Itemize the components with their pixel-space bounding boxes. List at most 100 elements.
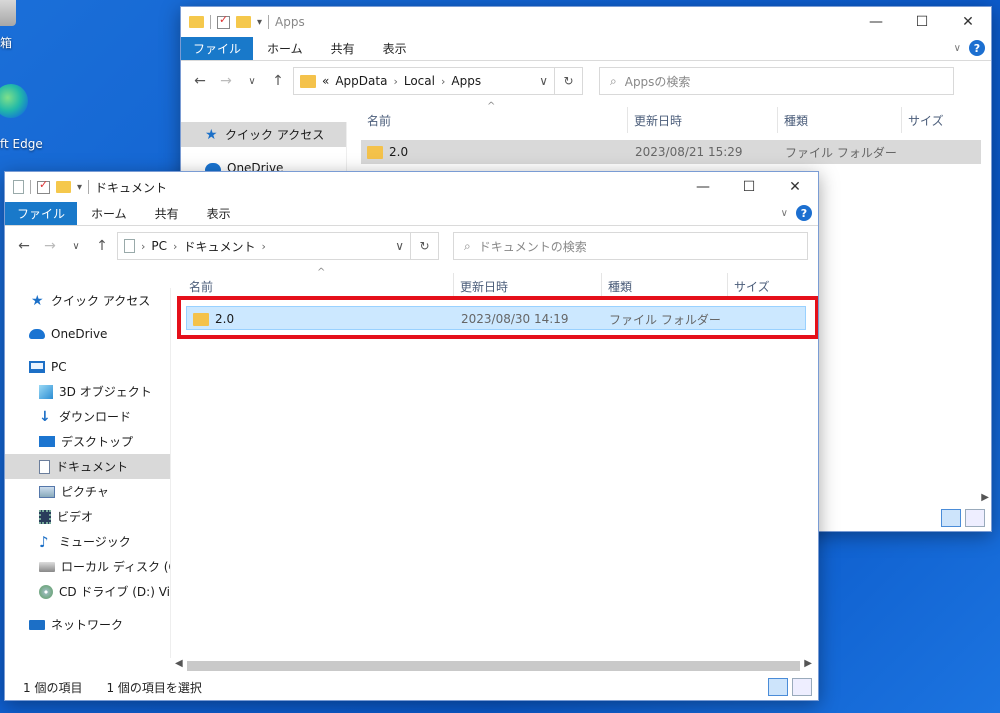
- breadcrumb-apps[interactable]: Apps: [451, 74, 481, 88]
- address-bar[interactable]: › PC › ドキュメント › ∨ ↻: [117, 232, 439, 260]
- horizontal-scrollbar[interactable]: ▶: [821, 492, 991, 508]
- breadcrumb-documents[interactable]: ドキュメント: [183, 238, 255, 255]
- search-icon: ⌕: [610, 73, 617, 88]
- tab-file[interactable]: ファイル: [181, 37, 254, 60]
- minimize-button[interactable]: —: [680, 172, 726, 202]
- music-note-icon: ♪: [39, 532, 49, 551]
- sidebar-item-pictures[interactable]: ピクチャ: [5, 479, 170, 504]
- chevron-down-icon[interactable]: ∨: [539, 74, 548, 88]
- sidebar-item-3d-objects[interactable]: 3D オブジェクト: [5, 379, 170, 404]
- sidebar: ★ クイック アクセス OneDrive PC 3D オブジェクト ↓ ダウンロード…: [5, 288, 171, 658]
- titlebar: ▾ ドキュメント — ☐ ✕: [5, 172, 818, 202]
- download-arrow-icon: ↓: [39, 408, 51, 425]
- picture-icon: [39, 485, 55, 498]
- scrollbar-thumb[interactable]: [187, 661, 800, 671]
- help-icon[interactable]: ?: [969, 40, 985, 56]
- search-placeholder: ドキュメントの検索: [478, 239, 587, 254]
- column-type[interactable]: 種類: [777, 107, 808, 133]
- sidebar-item-quick-access[interactable]: ★ クイック アクセス: [181, 122, 346, 147]
- tab-share[interactable]: 共有: [317, 37, 369, 60]
- close-button[interactable]: ✕: [772, 172, 818, 202]
- film-icon: [39, 509, 51, 524]
- sidebar-item-onedrive[interactable]: OneDrive: [5, 321, 170, 346]
- sidebar-item-cd-drive[interactable]: CD ドライブ (D:) Virtu: [5, 579, 170, 604]
- breadcrumb-local[interactable]: Local: [404, 74, 435, 88]
- back-button[interactable]: ←: [13, 238, 35, 254]
- network-icon: [29, 619, 45, 630]
- expand-ribbon-icon[interactable]: ∨: [781, 208, 788, 219]
- address-bar[interactable]: « AppData › Local › Apps ∨ ↻: [293, 67, 583, 95]
- sidebar-item-local-disk[interactable]: ローカル ディスク (C:): [5, 554, 170, 579]
- horizontal-scrollbar[interactable]: ◀ ▶: [171, 658, 816, 674]
- large-icons-view-icon[interactable]: [792, 678, 812, 696]
- tab-share[interactable]: 共有: [141, 202, 193, 225]
- forward-button[interactable]: →: [215, 73, 237, 89]
- pc-icon: [29, 360, 45, 373]
- tab-home[interactable]: ホーム: [77, 202, 141, 225]
- sidebar-item-desktop[interactable]: デスクトップ: [5, 429, 170, 454]
- sidebar-item-downloads[interactable]: ↓ ダウンロード: [5, 404, 170, 429]
- nav-row: ← → ∨ ↑ « AppData › Local › Apps ∨ ↻ ⌕ A…: [181, 61, 991, 101]
- row-name: 2.0: [389, 145, 409, 159]
- tab-home[interactable]: ホーム: [253, 37, 317, 60]
- properties-icon[interactable]: [217, 13, 230, 29]
- help-icon[interactable]: ?: [796, 205, 812, 221]
- column-size[interactable]: サイズ: [901, 107, 944, 133]
- sidebar-item-music[interactable]: ♪ ミュージック: [5, 529, 170, 554]
- tab-file[interactable]: ファイル: [5, 202, 78, 225]
- refresh-icon[interactable]: ↻: [554, 68, 582, 94]
- customize-qat-icon[interactable]: ▾: [77, 182, 82, 193]
- up-button[interactable]: ↑: [267, 73, 289, 89]
- view-buttons: [941, 509, 985, 527]
- column-name[interactable]: 名前: [361, 107, 391, 133]
- properties-icon[interactable]: [37, 178, 50, 194]
- large-icons-view-icon[interactable]: [965, 509, 985, 527]
- new-folder-icon[interactable]: [236, 16, 251, 28]
- refresh-icon[interactable]: ↻: [410, 233, 438, 259]
- maximize-button[interactable]: ☐: [726, 172, 772, 202]
- search-input[interactable]: ⌕ ドキュメントの検索: [453, 232, 808, 260]
- forward-button[interactable]: →: [39, 238, 61, 254]
- up-button[interactable]: ↑: [91, 238, 113, 254]
- column-modified[interactable]: 更新日時: [627, 107, 682, 133]
- recent-locations-icon[interactable]: ∨: [241, 76, 263, 87]
- edge-label: ft Edge: [0, 137, 43, 151]
- ribbon: ファイル ホーム 共有 表示 ∨?: [5, 202, 818, 226]
- sidebar-item-quick-access[interactable]: ★ クイック アクセス: [5, 288, 170, 313]
- folder-icon: [189, 16, 204, 28]
- minimize-button[interactable]: —: [853, 7, 899, 37]
- sidebar-item-network[interactable]: ネットワーク: [5, 612, 170, 637]
- new-folder-icon[interactable]: [56, 181, 71, 193]
- details-view-icon[interactable]: [768, 678, 788, 696]
- search-input[interactable]: ⌕ Appsの検索: [599, 67, 954, 95]
- folder-icon: [300, 74, 316, 88]
- titlebar: ▾ Apps — ☐ ✕: [181, 7, 991, 37]
- expand-ribbon-icon[interactable]: ∨: [954, 43, 961, 54]
- drive-icon: [39, 561, 55, 572]
- recycle-bin-label: 箱: [0, 36, 13, 50]
- breadcrumb-overflow[interactable]: «: [322, 74, 329, 88]
- row-type: ファイル フォルダー: [785, 145, 897, 160]
- sidebar-item-videos[interactable]: ビデオ: [5, 504, 170, 529]
- star-icon: ★: [31, 292, 44, 309]
- breadcrumb-pc[interactable]: PC: [151, 239, 167, 253]
- table-row[interactable]: 2.0 2023/08/21 15:29 ファイル フォルダー: [361, 140, 981, 164]
- tab-view[interactable]: 表示: [193, 202, 245, 225]
- tab-view[interactable]: 表示: [369, 37, 421, 60]
- recycle-bin-icon[interactable]: [0, 0, 16, 26]
- ribbon: ファイル ホーム 共有 表示 ∨?: [181, 37, 991, 61]
- recent-locations-icon[interactable]: ∨: [65, 241, 87, 252]
- breadcrumb-appdata[interactable]: AppData: [335, 74, 387, 88]
- chevron-down-icon[interactable]: ∨: [395, 239, 404, 253]
- back-button[interactable]: ←: [189, 73, 211, 89]
- sort-ascending-icon: ^: [317, 267, 326, 278]
- window-title: Apps: [275, 15, 305, 29]
- edge-icon[interactable]: [0, 84, 28, 118]
- sidebar-item-documents[interactable]: ドキュメント: [5, 454, 170, 479]
- close-button[interactable]: ✕: [945, 7, 991, 37]
- sidebar-item-pc[interactable]: PC: [5, 354, 170, 379]
- window-title: ドキュメント: [95, 180, 168, 195]
- customize-qat-icon[interactable]: ▾: [257, 17, 262, 28]
- maximize-button[interactable]: ☐: [899, 7, 945, 37]
- details-view-icon[interactable]: [941, 509, 961, 527]
